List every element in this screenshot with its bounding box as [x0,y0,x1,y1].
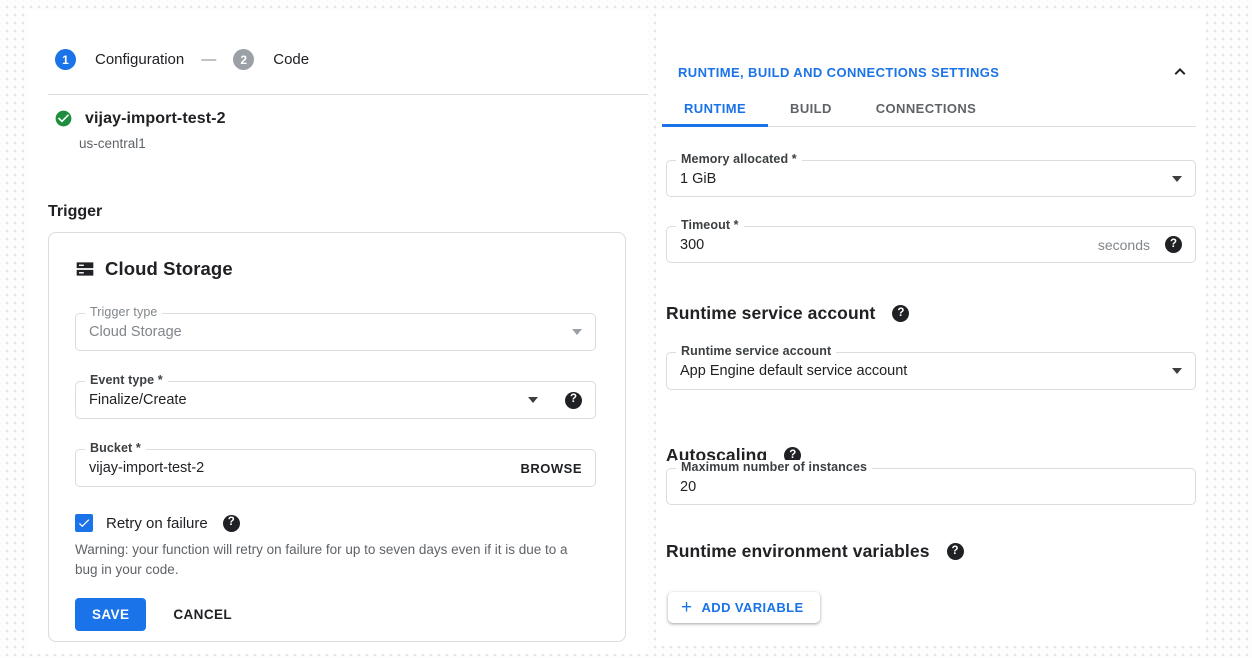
memory-allocated-value: 1 GiB [680,171,1172,187]
trigger-type-label: Trigger type [85,305,162,319]
edit-function-page: 1 Configuration — 2 Code vijay-import-te… [0,0,1252,658]
step-separator: — [201,51,216,68]
step-1-circle: 1 [55,49,76,70]
step-configuration[interactable]: 1 Configuration [55,49,184,70]
retry-label[interactable]: Retry on failure [106,515,208,532]
plus-icon: + [681,598,693,617]
configuration-panel: 1 Configuration — 2 Code vijay-import-te… [28,10,648,654]
tab-connections[interactable]: CONNECTIONS [854,93,998,127]
trigger-card-actions: SAVE CANCEL [75,598,232,631]
trigger-type-value: Cloud Storage [89,324,572,340]
stepper: 1 Configuration — 2 Code [55,49,309,70]
caret-down-icon [528,397,538,403]
settings-tabs: RUNTIME BUILD CONNECTIONS [662,93,1196,127]
caret-down-icon [572,329,582,335]
settings-expander-header[interactable]: RUNTIME, BUILD AND CONNECTIONS SETTINGS [678,65,999,80]
function-name: vijay-import-test-2 [85,110,226,128]
memory-allocated-label: Memory allocated * [676,152,802,166]
trigger-card-title: Cloud Storage [105,258,233,280]
max-instances-input[interactable] [680,479,1182,495]
trigger-type-select: Trigger type Cloud Storage [75,313,596,351]
timeout-field: Timeout * seconds ? [666,226,1196,263]
bucket-label: Bucket * [85,441,146,455]
max-instances-label: Maximum number of instances [676,460,872,474]
tab-build[interactable]: BUILD [768,93,854,127]
retry-on-failure-row: Retry on failure ? [75,514,240,532]
save-button[interactable]: SAVE [75,598,146,631]
chevron-up-icon[interactable] [1170,62,1190,85]
help-icon[interactable]: ? [1165,236,1182,253]
retry-checkbox[interactable] [75,514,93,532]
step-2-label: Code [273,51,309,68]
help-icon[interactable]: ? [892,305,909,322]
timeout-input[interactable] [680,237,1098,253]
env-variables-heading-text: Runtime environment variables [666,541,930,562]
header-divider [48,94,648,95]
runtime-service-account-heading-text: Runtime service account [666,303,875,324]
caret-down-icon [1172,176,1182,182]
browse-button[interactable]: BROWSE [521,461,583,476]
timeout-suffix: seconds [1098,237,1150,253]
help-icon[interactable]: ? [565,392,582,409]
settings-panel: RUNTIME, BUILD AND CONNECTIONS SETTINGS … [656,10,1206,646]
runtime-service-account-heading: Runtime service account ? [666,303,909,324]
function-region: us-central1 [79,136,146,151]
event-type-select[interactable]: Event type * Finalize/Create ? [75,381,596,419]
step-code[interactable]: 2 Code [233,49,309,70]
runtime-service-account-select[interactable]: Runtime service account App Engine defau… [666,352,1196,390]
bucket-field: Bucket * BROWSE [75,449,596,487]
help-icon[interactable]: ? [947,543,964,560]
add-variable-button[interactable]: + ADD VARIABLE [668,592,820,623]
trigger-card: Cloud Storage Trigger type Cloud Storage… [48,232,626,642]
check-circle-icon [54,109,73,128]
event-type-value: Finalize/Create [89,392,528,408]
help-icon[interactable]: ? [223,515,240,532]
timeout-label: Timeout * [676,218,744,232]
tab-runtime[interactable]: RUNTIME [662,93,768,127]
runtime-service-account-value: App Engine default service account [680,363,1172,379]
bucket-input[interactable] [89,460,521,476]
max-instances-field: Maximum number of instances [666,468,1196,505]
add-variable-label: ADD VARIABLE [702,600,804,615]
step-2-circle: 2 [233,49,254,70]
event-type-label: Event type * [85,373,168,387]
runtime-service-account-label: Runtime service account [676,344,836,358]
caret-down-icon [1172,368,1182,374]
cancel-button[interactable]: CANCEL [173,607,232,622]
step-1-label: Configuration [95,51,184,68]
trigger-card-header: Cloud Storage [75,258,233,280]
cloud-storage-icon [75,259,95,279]
env-variables-heading: Runtime environment variables ? [666,541,964,562]
function-identity: vijay-import-test-2 [54,109,226,128]
memory-allocated-select[interactable]: Memory allocated * 1 GiB [666,160,1196,197]
trigger-section-title: Trigger [48,203,102,221]
retry-warning-text: Warning: your function will retry on fai… [75,540,591,579]
